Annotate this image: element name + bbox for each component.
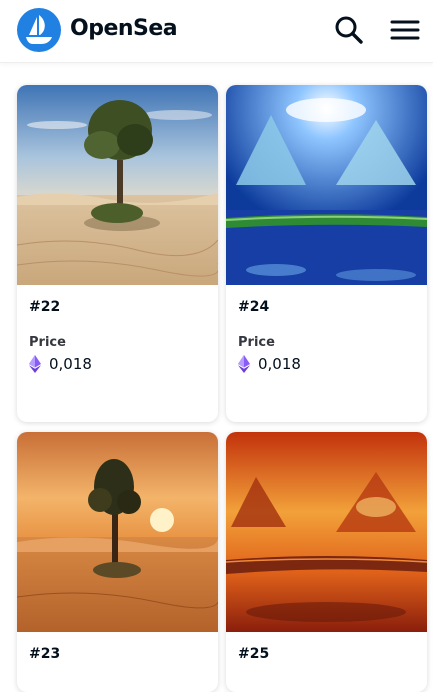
brand-name[interactable]: OpenSea — [70, 16, 178, 41]
nft-card[interactable]: #23 — [17, 432, 218, 692]
price-label: Price — [29, 335, 66, 350]
opensea-logo-icon[interactable] — [17, 8, 61, 52]
price-row: 0,018 — [238, 354, 301, 374]
nft-title: #23 — [29, 646, 61, 662]
search-icon[interactable] — [333, 14, 365, 46]
nft-image-fiery-sky[interactable] — [226, 432, 427, 632]
price-value: 0,018 — [258, 355, 301, 373]
nft-image-sunset-desert-tree[interactable] — [17, 432, 218, 632]
nft-title: #25 — [238, 646, 270, 662]
ethereum-icon — [29, 355, 41, 373]
price-row: 0,018 — [29, 354, 92, 374]
nft-title: #24 — [238, 299, 270, 315]
nft-card[interactable]: #22 Price 0,018 — [17, 85, 218, 422]
nft-card[interactable]: #25 — [226, 432, 427, 692]
top-bar: OpenSea — [0, 0, 433, 63]
price-label: Price — [238, 335, 275, 350]
nft-card[interactable]: #24 Price 0,018 — [226, 85, 427, 422]
nft-title: #22 — [29, 299, 61, 315]
ethereum-icon — [238, 355, 250, 373]
price-value: 0,018 — [49, 355, 92, 373]
nft-image-blue-mountains[interactable] — [226, 85, 427, 285]
nft-image-desert-tree[interactable] — [17, 85, 218, 285]
hamburger-menu-icon[interactable] — [388, 14, 422, 46]
